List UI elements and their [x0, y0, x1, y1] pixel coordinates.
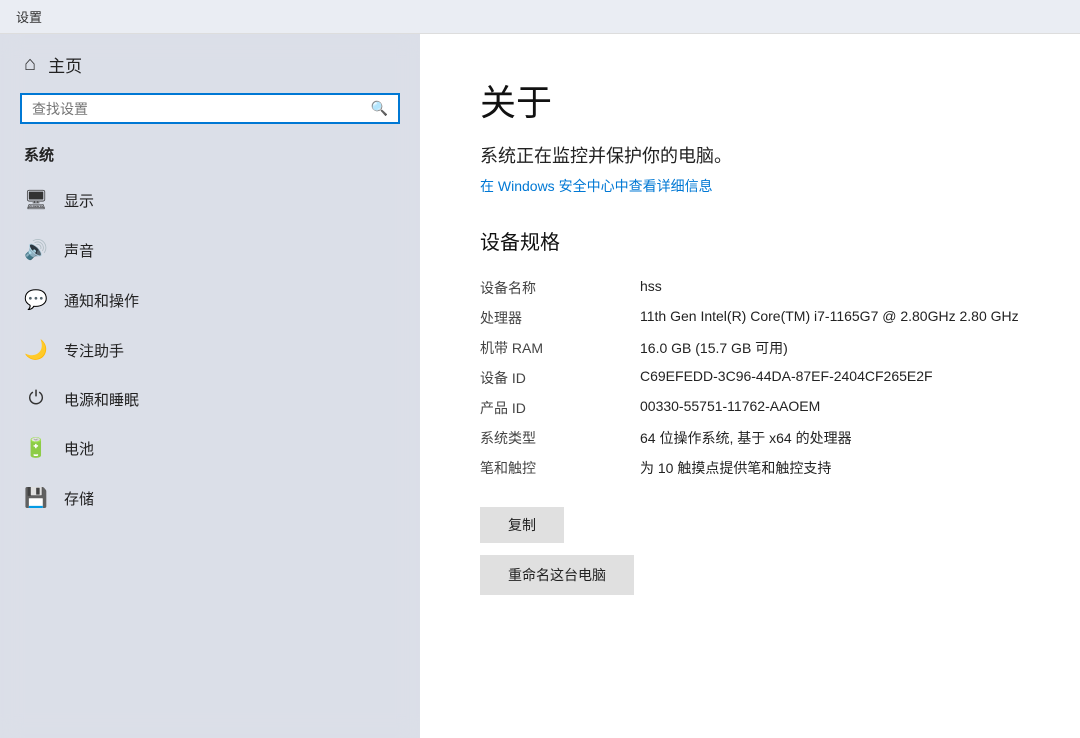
table-row: 处理器11th Gen Intel(R) Core(TM) i7-1165G7 …: [480, 303, 1020, 333]
search-box-wrap: 🔍: [0, 87, 420, 138]
specs-table: 设备名称hss处理器11th Gen Intel(R) Core(TM) i7-…: [480, 273, 1020, 483]
search-box[interactable]: 🔍: [20, 93, 400, 124]
spec-value: 11th Gen Intel(R) Core(TM) i7-1165G7 @ 2…: [640, 303, 1020, 333]
table-row: 设备 IDC69EFEDD-3C96-44DA-87EF-2404CF265E2…: [480, 363, 1020, 393]
top-bar: 设置: [0, 0, 1080, 34]
sound-icon: 🔊: [24, 238, 48, 262]
sidebar-item-storage[interactable]: 💾 存储: [0, 473, 420, 523]
home-icon: ⌂: [24, 53, 36, 76]
sidebar: ⌂ 主页 🔍 系统 🖥 显示 🔊 声音 💬 通知和操作 🌙 专注助手: [0, 34, 420, 738]
power-icon: ⏻: [24, 388, 48, 410]
spec-label: 系统类型: [480, 423, 640, 453]
specs-section: 设备规格 设备名称hss处理器11th Gen Intel(R) Core(TM…: [480, 226, 1020, 483]
focus-icon: 🌙: [24, 338, 48, 362]
spec-label: 产品 ID: [480, 393, 640, 423]
sidebar-item-power-label: 电源和睡眠: [64, 389, 139, 410]
sidebar-section-title: 系统: [0, 138, 420, 175]
sidebar-item-storage-label: 存储: [64, 488, 94, 509]
spec-value: 64 位操作系统, 基于 x64 的处理器: [640, 423, 1020, 453]
spec-value: 00330-55751-11762-AAOEM: [640, 393, 1020, 423]
sidebar-item-display[interactable]: 🖥 显示: [0, 175, 420, 225]
table-row: 系统类型64 位操作系统, 基于 x64 的处理器: [480, 423, 1020, 453]
display-icon: 🖥: [24, 188, 48, 212]
battery-icon: 🔋: [24, 436, 48, 460]
sidebar-item-sound-label: 声音: [64, 240, 94, 261]
spec-label: 笔和触控: [480, 453, 640, 483]
spec-value: 为 10 触摸点提供笔和触控支持: [640, 453, 1020, 483]
spec-label: 设备 ID: [480, 363, 640, 393]
search-icon: 🔍: [371, 100, 388, 117]
sidebar-item-sound[interactable]: 🔊 声音: [0, 225, 420, 275]
sidebar-item-home[interactable]: ⌂ 主页: [0, 34, 420, 87]
spec-value: 16.0 GB (15.7 GB 可用): [640, 333, 1020, 363]
copy-button[interactable]: 复制: [480, 507, 564, 543]
rename-button[interactable]: 重命名这台电脑: [480, 555, 634, 595]
spec-label: 处理器: [480, 303, 640, 333]
specs-title: 设备规格: [480, 226, 1020, 255]
sidebar-item-focus[interactable]: 🌙 专注助手: [0, 325, 420, 375]
security-center-link[interactable]: 在 Windows 安全中心中查看详细信息: [480, 176, 713, 196]
sidebar-item-battery-label: 电池: [64, 438, 94, 459]
content-area: 关于 系统正在监控并保护你的电脑。 在 Windows 安全中心中查看详细信息 …: [420, 34, 1080, 738]
table-row: 机带 RAM16.0 GB (15.7 GB 可用): [480, 333, 1020, 363]
settings-title: 设置: [16, 7, 42, 26]
sidebar-item-power[interactable]: ⏻ 电源和睡眠: [0, 375, 420, 423]
protection-status: 系统正在监控并保护你的电脑。: [480, 142, 1020, 168]
spec-value: C69EFEDD-3C96-44DA-87EF-2404CF265E2F: [640, 363, 1020, 393]
sidebar-item-notifications[interactable]: 💬 通知和操作: [0, 275, 420, 325]
spec-label: 机带 RAM: [480, 333, 640, 363]
table-row: 设备名称hss: [480, 273, 1020, 303]
search-input[interactable]: [32, 101, 365, 117]
spec-label: 设备名称: [480, 273, 640, 303]
storage-icon: 💾: [24, 486, 48, 510]
sidebar-item-display-label: 显示: [64, 190, 94, 211]
main-layout: ⌂ 主页 🔍 系统 🖥 显示 🔊 声音 💬 通知和操作 🌙 专注助手: [0, 34, 1080, 738]
page-title: 关于: [480, 74, 1020, 126]
sidebar-item-focus-label: 专注助手: [64, 340, 124, 361]
sidebar-item-notifications-label: 通知和操作: [64, 290, 139, 311]
table-row: 产品 ID00330-55751-11762-AAOEM: [480, 393, 1020, 423]
home-label: 主页: [48, 52, 82, 77]
notifications-icon: 💬: [24, 288, 48, 312]
spec-value: hss: [640, 273, 1020, 303]
sidebar-item-battery[interactable]: 🔋 电池: [0, 423, 420, 473]
table-row: 笔和触控为 10 触摸点提供笔和触控支持: [480, 453, 1020, 483]
